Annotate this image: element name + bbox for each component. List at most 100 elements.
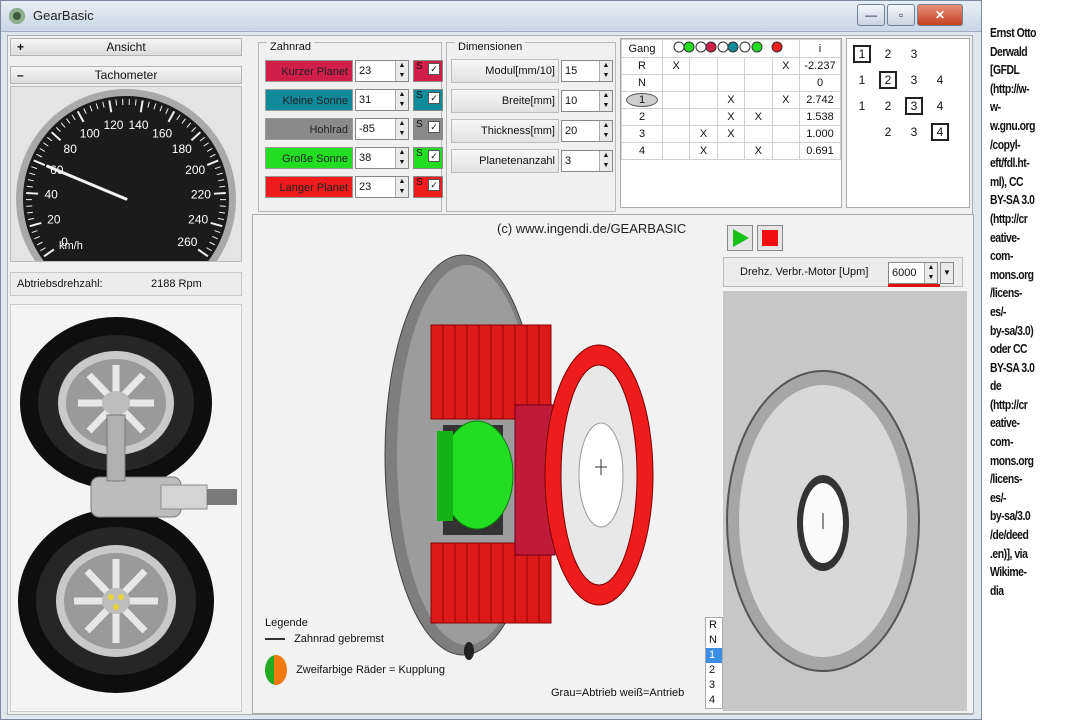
gear-option[interactable]: 2	[706, 663, 722, 678]
play-button[interactable]	[727, 225, 753, 251]
table-header-row: Gang i	[621, 39, 841, 58]
attribution-line: ml), CC	[990, 173, 1024, 189]
gear-table: Gang i R X X -2.237 N 0 1 X X 2.742 2 X X 1.538 3 X X 1.0…	[621, 39, 841, 160]
gear-checkbox[interactable]: ✓	[428, 179, 440, 191]
gear-selector-list[interactable]: RN1234	[705, 617, 723, 709]
clutch-mark-cell	[744, 74, 773, 92]
matrix-cell: 2	[879, 71, 897, 89]
table-row[interactable]: 3 X X 1.000	[621, 125, 841, 143]
gauge-tick-label: 100	[80, 126, 100, 140]
s-label: S	[416, 177, 423, 188]
clutch-mark-cell	[689, 74, 718, 92]
gauge-tick-label: 200	[185, 163, 205, 177]
dimensionen-title: Dimensionen	[455, 41, 526, 53]
attribution-line: es/-	[990, 303, 1007, 319]
dropdown-arrow-icon[interactable]: ▼	[940, 262, 954, 284]
gear-teeth-input[interactable]: 23 ▲ ▼	[355, 60, 409, 82]
tachometer-header[interactable]: – Tachometer	[10, 66, 242, 84]
gear-teeth-input[interactable]: 31 ▲ ▼	[355, 89, 409, 111]
ratio-cell: 1.000	[799, 125, 841, 143]
spin-arrows-icon[interactable]: ▲ ▼	[599, 61, 612, 81]
spin-arrows-icon[interactable]: ▲ ▼	[395, 177, 408, 197]
dimension-input[interactable]: 15 ▲ ▼	[561, 60, 613, 82]
matrix-cell: 1	[853, 45, 871, 63]
gauge-tick-label: 40	[44, 187, 58, 201]
maximize-button[interactable]: ▫	[887, 4, 915, 26]
s-label: S	[416, 90, 423, 101]
dimension-input[interactable]: 20 ▲ ▼	[561, 120, 613, 142]
expand-icon: +	[17, 40, 25, 54]
gear-option[interactable]: 3	[706, 678, 722, 693]
clutch-mark-cell	[661, 108, 691, 126]
spin-arrows-icon[interactable]: ▲ ▼	[599, 121, 612, 141]
gauge-tick-label: 120	[103, 118, 123, 132]
dimension-input[interactable]: 3 ▲ ▼	[561, 150, 613, 172]
attribution-line: by-sa/3.0)	[990, 322, 1034, 338]
gear-option[interactable]: 1	[706, 648, 722, 663]
clutch-mark-cell: X	[771, 91, 800, 109]
stop-button[interactable]	[757, 225, 783, 251]
title-bar[interactable]: GearBasic — ▫ ✕	[1, 1, 981, 32]
table-row[interactable]: N0	[621, 74, 841, 92]
gear-teeth-input[interactable]: 23 ▲ ▼	[355, 176, 409, 198]
matrix-cell: 2	[884, 125, 892, 139]
gear-ratio-table: Gang i R X X -2.237 N 0 1 X X 2.742 2 X X 1.538 3 X X 1.0…	[620, 38, 842, 208]
minimize-button[interactable]: —	[857, 4, 885, 26]
dimension-input[interactable]: 10 ▲ ▼	[561, 90, 613, 112]
gear-option[interactable]: 4	[706, 693, 722, 708]
close-button[interactable]: ✕	[917, 4, 963, 26]
gearbox-3d-view: (c) www.ingendi.de/GEARBASIC Legende Zah…	[252, 214, 974, 714]
clutch-mark-cell: X	[716, 125, 746, 143]
attribution-line: de	[990, 378, 1002, 394]
table-row[interactable]: 4 X X 0.691	[621, 142, 841, 160]
ansicht-label: Ansicht	[106, 40, 146, 54]
gauge-tick-label: 260	[177, 235, 197, 249]
motor-speed-row: Drehz. Verbr.-Motor [Upm] 6000 ▲ ▼ ▼	[723, 257, 963, 287]
gear-teeth-input[interactable]: -85 ▲ ▼	[355, 118, 409, 140]
gear-option[interactable]: R	[706, 618, 722, 633]
matrix-cell: 1	[858, 73, 866, 87]
clutch-mark-cell	[689, 91, 718, 109]
spin-arrows-icon[interactable]: ▲ ▼	[924, 263, 937, 283]
clutch-mark-cell	[716, 57, 746, 75]
gear-checkbox[interactable]: ✓	[428, 92, 440, 104]
matrix-cell: 2	[884, 47, 892, 61]
gang-label: 2	[638, 111, 646, 123]
attribution-line: Wikime-	[990, 564, 1027, 580]
motor-speed-label: Drehz. Verbr.-Motor [Upm]	[740, 266, 869, 278]
motor-speed-bar	[888, 284, 940, 287]
gang-cell: R	[621, 57, 663, 75]
clutch-mark-cell	[661, 74, 691, 92]
s-label: S	[416, 119, 423, 130]
spin-arrows-icon[interactable]: ▲ ▼	[599, 151, 612, 171]
app-window: GearBasic — ▫ ✕ + Ansicht – Tachometer 0…	[0, 0, 982, 720]
spin-arrows-icon[interactable]: ▲ ▼	[395, 61, 408, 81]
spin-arrows-icon[interactable]: ▲ ▼	[395, 119, 408, 139]
lower-wheel	[18, 509, 214, 693]
gear-checkbox[interactable]: ✓	[428, 150, 440, 162]
ansicht-header[interactable]: + Ansicht	[10, 38, 242, 56]
table-row[interactable]: 1 X X 2.742	[621, 91, 841, 109]
clutch-color-header	[662, 39, 800, 58]
spin-arrows-icon[interactable]: ▲ ▼	[395, 148, 408, 168]
clutch-mark-cell	[771, 74, 800, 92]
spin-arrows-icon[interactable]: ▲ ▼	[599, 91, 612, 111]
legend-coupling-row: Zweifarbige Räder = Kupplung	[265, 655, 445, 685]
gauge-tick	[26, 191, 39, 195]
table-row[interactable]: 2 X X 1.538	[621, 108, 841, 126]
clutch-mark-cell	[689, 57, 718, 75]
gear-teeth-input[interactable]: 38 ▲ ▼	[355, 147, 409, 169]
clutch-mark-cell	[744, 125, 773, 143]
gang-cell: 1	[621, 91, 663, 109]
motor-speed-input[interactable]: 6000 ▲ ▼	[888, 262, 938, 284]
clutch-mark-cell	[689, 108, 718, 126]
attribution-line: .en)], via	[990, 545, 1028, 561]
table-row[interactable]: R X X -2.237	[621, 57, 841, 75]
gang-cell: 2	[621, 108, 663, 126]
spin-arrows-icon[interactable]: ▲ ▼	[395, 90, 408, 110]
gear-option[interactable]: N	[706, 633, 722, 648]
s-label: S	[416, 148, 423, 159]
gear-checkbox[interactable]: ✓	[428, 63, 440, 75]
attribution-line: eft/fdl.ht-	[990, 155, 1030, 171]
gear-checkbox[interactable]: ✓	[428, 121, 440, 133]
